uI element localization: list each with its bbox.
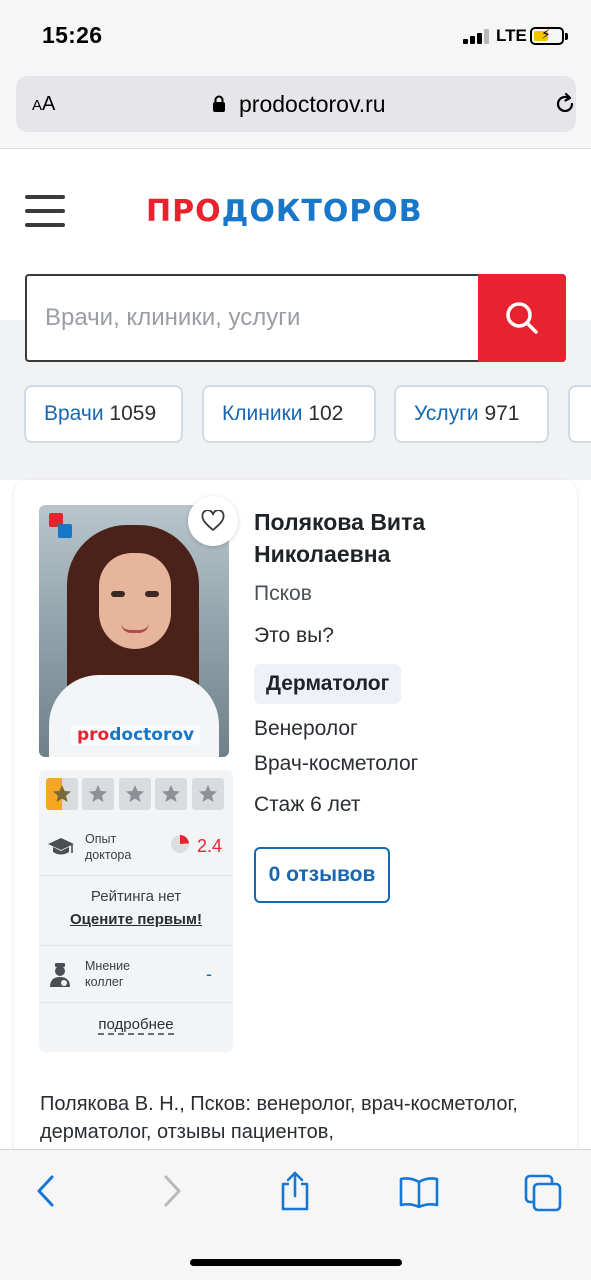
doctor-description: Полякова В. Н., Псков: венеролог, врач-к…	[40, 1093, 518, 1143]
status-bar: 15:26 LTE ⚡	[0, 0, 591, 72]
colleagues-label-text: Мнение коллег	[85, 959, 131, 989]
home-indicator	[190, 1259, 402, 1266]
star-icon	[119, 778, 151, 810]
forward-icon[interactable]	[160, 1174, 184, 1208]
specialty-tertiary: Врач-косметолог	[254, 752, 419, 775]
doctor-card: prodoctorov Полякова Вита Николаевна Пск…	[14, 480, 577, 1180]
tab-clinics[interactable]: Клиники 102	[202, 385, 376, 443]
signal-icon	[463, 28, 491, 44]
heart-icon	[201, 510, 225, 531]
search-icon	[506, 302, 538, 334]
tab-doctors[interactable]: Врачи 1059	[24, 385, 183, 443]
doctor-city: Псков	[254, 582, 312, 605]
star-icon	[46, 778, 78, 810]
share-icon[interactable]	[278, 1170, 312, 1212]
text-size-button[interactable]: AA	[32, 93, 55, 116]
lock-icon	[213, 95, 225, 112]
photo-watermark: prodoctorov	[71, 725, 201, 745]
tab-partial-next[interactable]	[568, 385, 591, 443]
specialty-primary[interactable]: Дерматолог	[254, 664, 402, 704]
url-text[interactable]: prodoctorov.ru	[239, 91, 386, 118]
battery-icon: ⚡	[530, 26, 568, 45]
colleagues-opinion-row: Мнение коллег -	[39, 945, 233, 1003]
status-time: 15:26	[42, 22, 103, 48]
more-details: подробнее	[39, 1016, 233, 1035]
search-button[interactable]	[478, 274, 566, 362]
experience-rating-row: Опыт доктора 2.4	[39, 820, 233, 876]
hamburger-menu-icon[interactable]	[25, 195, 65, 227]
rating-panel: Опыт доктора 2.4 Рейтинга нет Оцените пе…	[39, 770, 233, 1052]
star-icon	[155, 778, 187, 810]
doctor-name[interactable]: Полякова Вита Николаевна	[254, 506, 554, 570]
more-link[interactable]: подробнее	[98, 1016, 174, 1035]
address-bar[interactable]: AA prodoctorov.ru	[16, 76, 576, 132]
tabs-icon[interactable]	[524, 1174, 562, 1212]
reload-icon[interactable]	[553, 92, 577, 116]
bookmarks-icon[interactable]	[399, 1176, 439, 1208]
experience-value: 2.4	[197, 836, 223, 856]
colleagues-label: Мнение коллег	[85, 958, 145, 990]
prodoctorov-badge-icon	[49, 513, 72, 538]
no-rating-text: Рейтинга нет	[90, 888, 182, 905]
back-icon[interactable]	[34, 1174, 58, 1208]
browser-address-area: AA prodoctorov.ru	[0, 72, 591, 149]
experience-label: Опыт доктора	[85, 832, 132, 862]
rate-first-link[interactable]: Оцените первым!	[39, 911, 233, 928]
experience-text: Стаж 6 лет	[254, 793, 361, 816]
site-logo[interactable]: ПРОДОКТОРОВ	[146, 194, 423, 229]
reviews-button[interactable]: 0 отзывов	[254, 847, 390, 903]
search-input[interactable]	[27, 276, 479, 360]
doctor-icon	[50, 963, 70, 987]
specialty-secondary: Венеролог	[254, 717, 358, 740]
star-icon	[82, 778, 114, 810]
is-this-you-link[interactable]: Это вы?	[254, 624, 334, 648]
star-icon	[192, 778, 224, 810]
tab-services[interactable]: Услуги 971	[394, 385, 549, 443]
network-type: LTE	[496, 26, 527, 45]
graduation-cap-icon	[48, 838, 74, 855]
star-rating[interactable]	[46, 778, 226, 812]
colleagues-value: -	[206, 964, 212, 984]
experience-pie-icon	[171, 835, 189, 853]
favorite-button[interactable]	[188, 496, 238, 546]
